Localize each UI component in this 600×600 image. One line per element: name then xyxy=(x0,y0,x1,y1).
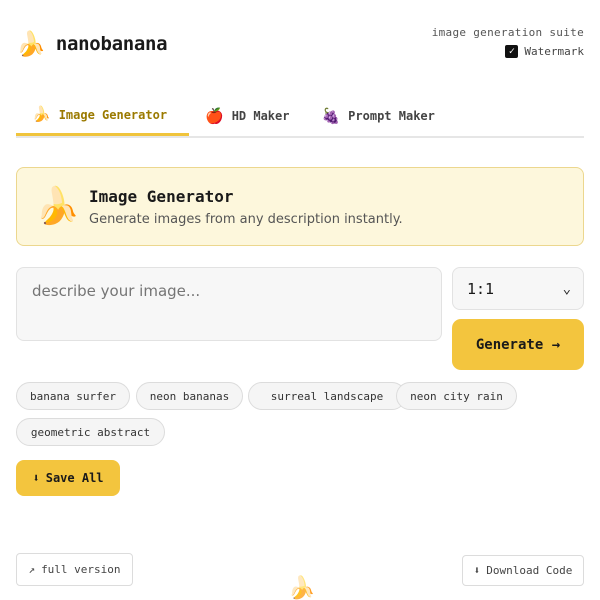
download-code-button[interactable]: ⬇ Download Code xyxy=(462,555,584,586)
tab-label: HD Maker xyxy=(231,109,290,123)
prompt-input[interactable] xyxy=(16,267,442,341)
suggestion-chip[interactable]: banana surfer xyxy=(16,382,130,410)
tab-label: Prompt Maker xyxy=(348,109,435,123)
banana-logo-icon: 🍌 xyxy=(16,30,46,58)
tab-image-generator[interactable]: 🍌 Image Generator xyxy=(16,96,189,136)
watermark-checkbox[interactable]: ✓ xyxy=(505,45,519,58)
aspect-ratio-value: 1:1 xyxy=(467,279,495,298)
suggestion-chip[interactable]: neon bananas xyxy=(136,382,243,410)
suggestion-chip[interactable]: geometric abstract xyxy=(16,418,165,446)
watermark-label: Watermark xyxy=(524,45,584,58)
full-version-label: full version xyxy=(41,563,121,576)
download-icon: ⬇ xyxy=(32,471,40,485)
banana-footer-icon: 🍌 xyxy=(288,576,316,600)
tab-bar: 🍌 Image Generator 🍎 HD Maker 🍇 Prompt Ma… xyxy=(16,96,584,138)
apple-icon: 🍎 xyxy=(205,106,224,125)
save-all-label: Save All xyxy=(45,471,104,485)
banner-subtitle: Generate images from any description ins… xyxy=(89,211,403,227)
chevron-down-icon: ⌄ xyxy=(562,280,571,297)
tab-prompt-maker[interactable]: 🍇 Prompt Maker xyxy=(305,96,450,136)
brand-name: nanobanana xyxy=(55,33,168,55)
section-banner: 🍌 Image Generator Generate images from a… xyxy=(16,167,584,246)
banana-banner-icon: 🍌 xyxy=(35,185,80,227)
banner-title: Image Generator xyxy=(89,186,234,206)
download-icon: ⬇ xyxy=(473,564,481,577)
suite-label: image generation suite xyxy=(431,26,584,39)
header-right: image generation suite ✓ Watermark xyxy=(432,26,584,58)
download-code-label: Download Code xyxy=(486,564,573,577)
suggestion-chip[interactable]: surreal landscape xyxy=(248,382,406,410)
app-logo[interactable]: 🍌 nanobanana xyxy=(16,28,168,60)
tab-label: Image Generator xyxy=(58,107,168,122)
save-all-button[interactable]: ⬇ Save All xyxy=(16,460,120,496)
banana-icon: 🍌 xyxy=(32,105,51,123)
tab-hd-maker[interactable]: 🍎 HD Maker xyxy=(189,96,305,136)
watermark-toggle[interactable]: ✓ Watermark xyxy=(432,45,584,58)
full-version-button[interactable]: ↗ full version xyxy=(16,553,133,586)
suggestion-chip[interactable]: neon city rain xyxy=(396,382,517,410)
aspect-ratio-select[interactable]: 1:1 ⌄ xyxy=(452,267,584,310)
generate-button[interactable]: Generate → xyxy=(452,319,584,370)
external-link-icon: ↗ xyxy=(28,563,36,576)
grapes-icon: 🍇 xyxy=(321,106,341,125)
